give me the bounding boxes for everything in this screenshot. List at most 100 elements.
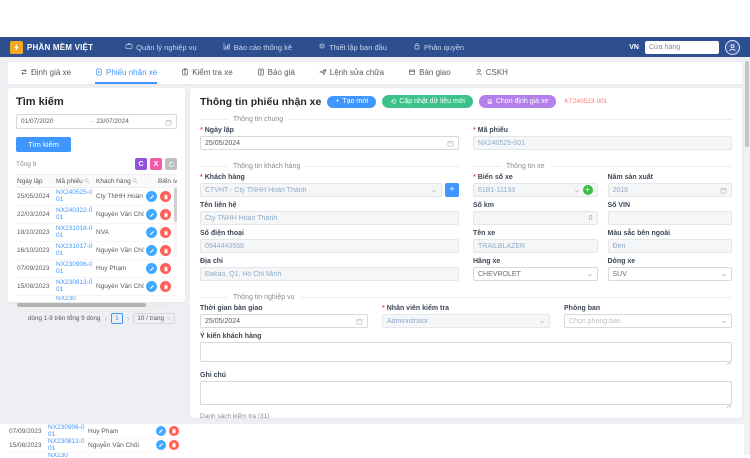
row-code-link[interactable]: NX230906-001 [56,262,96,276]
tab-kiem-tra-xe[interactable]: Kiểm tra xe [181,62,232,84]
store-select[interactable]: Cửa hàng [645,41,719,54]
row-code-link[interactable]: NX231018-001 [56,226,96,240]
khach-hang-select[interactable]: CTVHT - Cty TNHH Hoàn Thành [200,183,442,197]
row-code-link[interactable]: NX230813-001 [48,439,88,452]
chevron-down-icon [539,312,545,330]
refresh-button[interactable] [165,158,177,170]
delete-row-button[interactable] [169,440,179,450]
dong-xe-select[interactable]: SUV [608,267,733,281]
next-page-button[interactable]: › [127,315,130,323]
y-kien-khach-hang-textarea[interactable] [200,342,732,362]
pagination-summary: dòng 1-9 trên tổng 9 dòng [28,315,100,322]
tab-dinh-gia-xe[interactable]: Định giá xe [20,62,71,84]
nav-menu-initial-setup[interactable]: Thiết lập ban đầu [318,42,387,52]
table-row[interactable]: 07/09/2023 NX230906-001 Huy Phạm [8,425,185,439]
chevron-down-icon [431,181,437,199]
choose-valuation-button[interactable]: ≣Chọn định giá xe [479,95,556,108]
tab-lenh-sua-chua[interactable]: Lệnh sửa chữa [319,62,384,84]
column-header-plate[interactable]: Biển số [158,178,177,185]
language-label[interactable]: VN [629,44,639,51]
so-vin-input [608,211,733,225]
user-avatar-icon[interactable] [725,40,740,55]
page-scrollbar[interactable] [744,57,750,455]
row-code-link[interactable]: NX231017-001 [56,244,96,258]
thoi-gian-ban-giao-input[interactable] [200,314,368,328]
row-code-link[interactable]: NX230 [48,453,88,458]
table-horizontal-scrollbar[interactable] [16,303,173,307]
export-csv-button[interactable]: C [135,158,147,170]
field-label-hang-xe: Hãng xe [473,258,598,265]
column-header-customer[interactable]: Khách hàng [96,178,158,185]
table-row[interactable]: 22/03/2024 NX240322-001 Nguyễn Văn Chối … [16,206,177,224]
delete-row-button[interactable] [160,281,171,292]
delete-row-button[interactable] [160,209,171,220]
nav-menu-permissions[interactable]: Phân quyền [413,42,464,52]
edit-row-button[interactable] [146,245,157,256]
phong-ban-select[interactable]: Chọn phòng ban [564,314,732,328]
add-customer-button[interactable]: + [445,183,459,197]
row-code-link[interactable]: NX230906-001 [48,425,88,438]
resize-handle-icon[interactable] [726,360,731,365]
nhan-vien-kiem-tra-select[interactable]: Administrator [382,314,550,328]
table-row[interactable]: 15/08/2023 NX230813-001 Nguyễn Văn Chối … [16,278,177,296]
table-row-partial[interactable]: NX230 [8,453,185,458]
row-code-link[interactable]: NX240525-001 [56,190,96,204]
nav-menu-business-management[interactable]: Quản lý nghiệp vụ [125,42,196,52]
bien-so-xe-select[interactable]: 61B1-11133 + [473,183,598,197]
chevron-down-icon [721,265,727,283]
edit-row-button[interactable] [146,281,157,292]
table-row[interactable]: 18/10/2023 NX231018-001 NVA 65A [16,224,177,242]
table-row[interactable]: 16/10/2023 NX231017-001 Nguyễn Văn Chối … [16,242,177,260]
date-range-picker[interactable]: 01/07/2020 – 23/07/2024 [16,114,177,129]
column-header-date[interactable]: Ngày lập [16,178,56,185]
edit-row-button[interactable] [146,209,157,220]
edit-row-button[interactable] [156,426,166,436]
delete-row-button[interactable] [169,426,179,436]
column-header-code[interactable]: Mã phiếu [56,178,96,185]
export-excel-button[interactable]: X [150,158,162,170]
date-to[interactable]: 23/07/2024 [96,118,162,125]
table-row[interactable]: 15/08/2023 NX230813-001 Nguyễn Văn Chối [8,439,185,453]
field-label-nam-san-xuat: Năm sản xuất [608,174,733,181]
field-label-nhan-vien-kiem-tra: Nhân viên kiểm tra [382,305,550,312]
edit-row-button[interactable] [156,440,166,450]
delete-row-button[interactable] [160,263,171,274]
nav-menu-reports[interactable]: Báo cáo thống kê [223,42,292,52]
date-from[interactable]: 01/07/2020 [21,118,87,125]
table-row-partial[interactable]: NX230 [16,296,177,300]
page-size-select[interactable]: 10 / trang [133,313,175,324]
field-label-phong-ban: Phòng ban [564,305,732,312]
table-row[interactable]: 25/05/2024 NX240525-001 Cty TNHH Hoàn Th… [16,188,177,206]
update-data-button[interactable]: ⟲Cập nhật dữ liệu mới [382,95,473,108]
delete-row-button[interactable] [160,227,171,238]
ghi-chu-textarea[interactable] [200,381,732,405]
tab-cskh[interactable]: CSKH [475,62,508,84]
edit-row-button[interactable] [146,191,157,202]
tab-phieu-nhan-xe[interactable]: Phiếu nhận xe [95,62,157,84]
table-vertical-scrollbar[interactable] [174,188,177,258]
resize-handle-icon[interactable] [726,403,731,408]
row-date: 22/03/2024 [16,211,56,218]
section-divider-business: Thông tin nghiệp vụ [200,293,732,301]
nam-san-xuat-input [608,183,733,197]
delete-row-button[interactable] [160,191,171,202]
edit-row-button[interactable] [146,227,157,238]
ngay-lap-input[interactable] [200,136,459,150]
row-code-link[interactable]: NX240322-001 [56,208,96,222]
table-row[interactable]: 07/09/2023 NX230906-001 Huy Phạm 51A [16,260,177,278]
current-page-button[interactable]: 1 [111,313,123,324]
hang-xe-select[interactable]: CHEVROLET [473,267,598,281]
tab-bao-gia[interactable]: Báo giá [257,62,295,84]
linked-inspection-code: KT240523-001 [564,98,607,105]
prev-page-button[interactable]: ‹ [104,315,107,323]
add-vehicle-button[interactable]: + [583,185,593,195]
row-code-link[interactable]: NX230 [56,296,96,300]
tab-ban-giao[interactable]: Bàn giao [408,62,451,84]
create-new-button[interactable]: +Tạo mới [327,96,376,108]
pagination: dòng 1-9 trên tổng 9 dòng ‹ 1 › 10 / tra… [16,313,177,324]
edit-row-button[interactable] [146,263,157,274]
search-button[interactable]: Tìm kiếm [16,137,71,152]
row-code-link[interactable]: NX230813-001 [56,280,96,294]
brand: PHẦN MỀM VIỆT [10,41,93,54]
delete-row-button[interactable] [160,245,171,256]
